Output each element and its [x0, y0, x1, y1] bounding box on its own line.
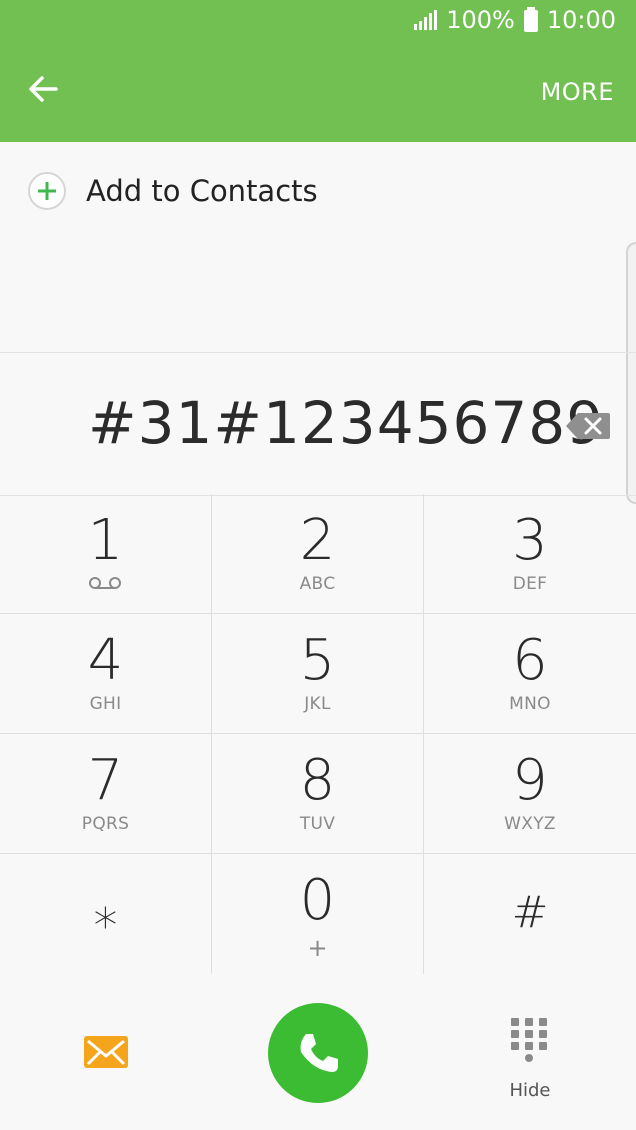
key-letters: ABC	[299, 574, 336, 594]
hide-keypad-label[interactable]: Hide	[494, 1080, 566, 1101]
status-indicators: 100% 10:00	[414, 6, 616, 34]
key-letters: TUV	[299, 814, 336, 834]
key-digit: ⁎	[93, 883, 118, 939]
key-7[interactable]: 7 PQRS	[0, 734, 212, 854]
key-6[interactable]: 6 MNO	[424, 614, 636, 734]
key-3[interactable]: 3 DEF	[424, 494, 636, 614]
battery-percent: 100%	[446, 6, 515, 34]
more-button[interactable]: MORE	[541, 78, 614, 106]
call-button[interactable]	[268, 1003, 368, 1103]
key-letters: GHI	[89, 694, 122, 714]
add-to-contacts-label[interactable]: Add to Contacts	[86, 174, 318, 208]
key-letters: +	[307, 934, 328, 962]
battery-icon	[523, 7, 538, 32]
key-8[interactable]: 8 TUV	[212, 734, 424, 854]
key-letters: MNO	[509, 694, 551, 714]
key-digit: 0	[299, 868, 336, 933]
keypad-icon[interactable]	[511, 1018, 547, 1062]
dialed-number: #31#123456789	[88, 389, 605, 457]
key-letters: WXYZ	[504, 814, 556, 834]
key-2[interactable]: 2 ABC	[212, 494, 424, 614]
status-bar: 100% 10:00	[0, 0, 636, 44]
bottom-actions: Hide	[0, 974, 636, 1130]
key-letters: DEF	[512, 574, 548, 594]
key-digit: 1	[87, 508, 124, 573]
key-digit: 8	[299, 748, 336, 813]
key-star[interactable]: ⁎	[0, 854, 212, 974]
key-digit: #	[511, 887, 549, 938]
key-digit: 7	[87, 748, 124, 813]
voicemail-icon	[89, 577, 121, 589]
key-digit: 4	[87, 628, 124, 693]
key-letters: PQRS	[81, 814, 130, 834]
add-to-contacts-row[interactable]: Add to Contacts	[0, 142, 636, 242]
add-contact-icon[interactable]	[28, 172, 66, 210]
key-digit: 9	[512, 748, 548, 813]
dialer-content: Add to Contacts #31#123456789 1 2 ABC 3 …	[0, 142, 636, 1130]
key-letters: JKL	[304, 694, 331, 714]
key-4[interactable]: 4 GHI	[0, 614, 212, 734]
keypad: 1 2 ABC 3 DEF 4 GHI 5 JKL 6 MNO 7 PQRS 8…	[0, 494, 636, 974]
key-0[interactable]: 0 +	[212, 854, 424, 974]
number-display: #31#123456789	[0, 352, 636, 496]
key-1[interactable]: 1	[0, 494, 212, 614]
app-bar: MORE	[0, 44, 636, 142]
message-icon[interactable]	[84, 1036, 128, 1068]
key-digit: 5	[299, 628, 336, 693]
signal-icon	[414, 10, 438, 30]
back-arrow-icon[interactable]	[26, 72, 60, 106]
key-digit: 3	[512, 508, 548, 573]
key-9[interactable]: 9 WXYZ	[424, 734, 636, 854]
key-hash[interactable]: #	[424, 854, 636, 974]
phone-icon	[300, 1034, 338, 1072]
key-digit: 6	[512, 628, 548, 693]
backspace-icon[interactable]	[564, 411, 612, 441]
status-time: 10:00	[546, 6, 616, 34]
key-digit: 2	[299, 508, 336, 573]
key-5[interactable]: 5 JKL	[212, 614, 424, 734]
